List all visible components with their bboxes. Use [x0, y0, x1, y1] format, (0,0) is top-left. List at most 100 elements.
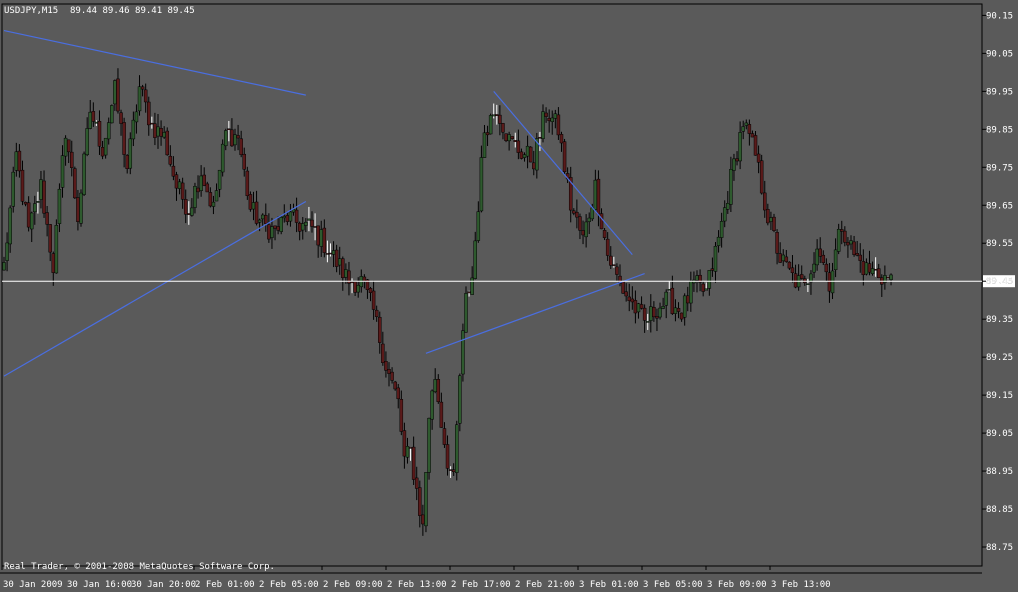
bear-candle — [876, 268, 881, 278]
bull-candle — [661, 306, 665, 309]
bear-candle — [100, 147, 105, 157]
bull-candle — [461, 330, 465, 375]
bear-candle — [202, 174, 206, 186]
bear-candle — [575, 211, 579, 218]
bull-candle — [220, 143, 225, 173]
bear-candle — [242, 153, 246, 170]
bear-candle — [778, 253, 782, 263]
bear-candle — [48, 224, 52, 253]
bear-candle — [445, 444, 450, 469]
time-tick-label: 30 Jan 16:00 — [67, 580, 132, 590]
price-tick-label: 89.75 — [986, 163, 1013, 173]
bull-candle — [88, 111, 92, 129]
bull-candle — [476, 211, 481, 241]
bear-candle — [784, 256, 789, 262]
candlestick-chart[interactable]: 89.45 90.15 90.05 89.95 89.85 89.75 89.65 89.5… — [0, 0, 1018, 592]
bear-candle — [276, 226, 280, 231]
bull-candle — [433, 379, 437, 393]
bull-candle — [33, 203, 37, 213]
bull-candle — [507, 134, 511, 142]
bull-candle — [11, 171, 15, 207]
bear-candle — [559, 134, 564, 144]
bear-candle — [236, 135, 240, 139]
bear-candle — [122, 122, 126, 155]
bull-candle — [550, 117, 554, 122]
bull-candle — [689, 281, 693, 304]
bear-candle — [766, 209, 770, 224]
bear-candle — [125, 155, 129, 169]
bull-candle — [110, 105, 114, 124]
bear-candle — [655, 316, 659, 319]
bull-candle — [806, 283, 810, 285]
bear-candle — [264, 215, 268, 224]
bull-candle — [470, 277, 474, 295]
price-tick-label: 90.05 — [986, 49, 1013, 59]
bull-candle — [593, 179, 598, 210]
price-tick-label: 89.25 — [986, 353, 1013, 363]
bear-candle — [495, 114, 499, 116]
bull-candle — [8, 207, 12, 245]
bear-candle — [230, 129, 234, 147]
bear-candle — [20, 169, 25, 202]
bear-candle — [679, 312, 684, 320]
price-tick-label: 89.45 — [986, 277, 1013, 287]
bear-candle — [516, 140, 521, 153]
bear-candle — [316, 225, 320, 246]
bull-candle — [673, 307, 678, 314]
bull-candle — [522, 154, 527, 158]
bear-candle — [639, 304, 644, 309]
bull-candle — [870, 268, 875, 275]
bear-candle — [867, 263, 872, 273]
time-tick-label: 2 Feb 21:00 — [515, 580, 575, 590]
bull-candle — [307, 218, 311, 221]
time-tick-label: 30 Jan 20:00 — [131, 580, 196, 590]
price-tick-label: 89.65 — [986, 201, 1013, 211]
bull-candle — [636, 303, 641, 313]
bear-candle — [51, 253, 56, 273]
bear-candle — [297, 222, 302, 232]
bull-candle — [488, 115, 493, 135]
bear-candle — [562, 141, 567, 172]
time-tick-label: 2 Feb 09:00 — [323, 580, 383, 590]
bear-candle — [799, 274, 804, 279]
bull-candle — [738, 132, 742, 162]
bear-candle — [76, 197, 80, 222]
bear-candle — [273, 225, 277, 229]
bull-candle — [251, 202, 256, 210]
chart-window[interactable]: 89.45 90.15 90.05 89.95 89.85 89.75 89.65 89.5… — [0, 0, 1018, 592]
bull-candle — [682, 295, 687, 318]
bear-candle — [642, 307, 647, 321]
bull-candle — [103, 137, 108, 156]
price-tick-label: 89.05 — [986, 429, 1013, 439]
bull-candle — [830, 270, 835, 294]
bear-candle — [612, 264, 616, 266]
price-tick-label: 88.95 — [986, 467, 1013, 477]
bear-candle — [42, 180, 46, 214]
bear-candle — [630, 298, 635, 303]
bear-candle — [119, 112, 123, 124]
bear-candle — [183, 199, 188, 215]
bear-candle — [153, 123, 157, 138]
bear-candle — [467, 291, 471, 294]
time-tick-label: 3 Feb 01:00 — [579, 580, 639, 590]
bull-candle — [769, 217, 773, 222]
bear-candle — [147, 101, 151, 126]
bear-candle — [245, 170, 250, 197]
bull-candle — [85, 128, 89, 156]
bear-candle — [285, 215, 290, 222]
bull-candle — [57, 188, 62, 224]
bull-candle — [82, 153, 86, 195]
time-tick-label: 2 Feb 05:00 — [259, 580, 319, 590]
bear-candle — [873, 268, 878, 271]
bull-candle — [744, 122, 749, 126]
bear-candle — [824, 263, 829, 273]
bear-candle — [609, 255, 613, 266]
bear-candle — [254, 201, 259, 224]
bear-candle — [846, 242, 850, 246]
bull-candle — [455, 424, 459, 473]
bull-candle — [704, 288, 708, 291]
bear-candle — [787, 261, 792, 269]
bull-candle — [541, 111, 545, 139]
bull-candle — [260, 214, 265, 220]
bear-candle — [294, 209, 299, 223]
